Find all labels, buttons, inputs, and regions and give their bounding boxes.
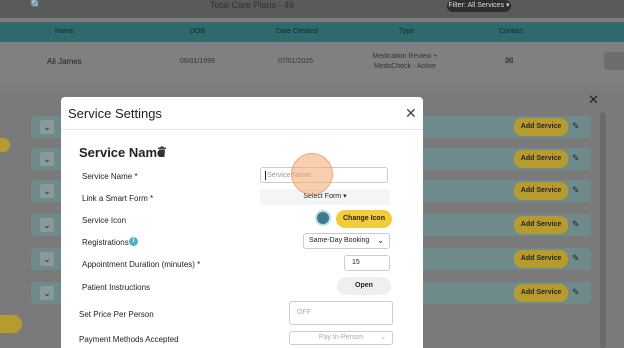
instructions-label: Patient Instructions [82, 283, 151, 292]
search-icon[interactable]: 🔍 [30, 0, 46, 12]
row-date-created: 07/01/2025 [278, 58, 314, 65]
background-close-icon[interactable]: ✕ [588, 92, 599, 108]
duration-input[interactable]: 15 [344, 255, 390, 271]
price-label: Set Price Per Person [79, 310, 154, 319]
row-type-line1: Medication Review + [372, 53, 438, 60]
filter-label: Filter: All Services [448, 2, 505, 9]
open-instructions-button[interactable]: Open [337, 277, 391, 295]
pencil-icon[interactable]: ✎ [572, 185, 580, 196]
payment-methods-select[interactable]: Pay In-Person ⌄ [289, 331, 393, 345]
add-service-button[interactable]: Add Service [514, 250, 568, 268]
service-settings-modal: Service Settings ✕ Service Name Service … [61, 97, 423, 348]
row-type-line2: MedsCheck - Active [374, 63, 436, 70]
smart-form-select[interactable]: Select Form ▾ [260, 189, 390, 205]
chevron-down-icon[interactable]: ⌄ [40, 152, 54, 166]
message-icon[interactable]: ✉ [505, 56, 513, 67]
row-action-button[interactable] [604, 52, 624, 70]
service-name-label: Service Name * [82, 172, 138, 181]
pencil-icon[interactable]: ✎ [572, 253, 580, 264]
add-service-button[interactable]: Add Service [514, 182, 568, 200]
price-input[interactable]: OFF [289, 301, 393, 325]
add-service-button[interactable]: Add Service [514, 150, 568, 168]
row-type: Medication Review + MedsCheck - Active [360, 52, 450, 72]
close-icon[interactable]: ✕ [405, 105, 417, 122]
chevron-down-icon[interactable]: ⌄ [40, 286, 54, 300]
modal-divider [61, 129, 423, 130]
add-service-button[interactable]: Add Service [514, 118, 568, 136]
column-header-dob: DOB [190, 28, 206, 35]
column-header-type: Type [399, 28, 415, 35]
chevron-down-icon: ⌄ [377, 236, 384, 245]
trash-icon[interactable] [156, 146, 168, 158]
pencil-icon[interactable]: ✎ [572, 287, 580, 298]
column-header-contact: Contact [499, 28, 524, 35]
info-icon[interactable]: i [129, 237, 138, 246]
column-header-date-created: Date Created [276, 28, 318, 35]
service-icon-preview [315, 210, 331, 226]
row-dob: 06/01/1999 [180, 58, 216, 65]
change-icon-button[interactable]: Change Icon [336, 210, 392, 228]
add-service-button[interactable]: Add Service [514, 216, 568, 234]
filter-button[interactable]: Filter: All Services ▾ [447, 0, 511, 12]
cursor-highlight [291, 153, 333, 195]
service-name-heading: Service Name [79, 145, 165, 160]
payment-methods-label: Payment Methods Accepted [79, 335, 179, 344]
pencil-icon[interactable]: ✎ [572, 219, 580, 230]
chevron-down-icon[interactable]: ⌄ [40, 184, 54, 198]
chevron-down-icon: ⌄ [380, 334, 386, 341]
chevron-down-icon[interactable]: ⌄ [40, 252, 54, 266]
left-chip-bottom[interactable] [0, 315, 22, 333]
top-bar [0, 0, 624, 18]
registrations-label: Registrations [82, 238, 129, 247]
add-service-button[interactable]: Add Service [514, 284, 568, 302]
chevron-down-icon[interactable]: ⌄ [40, 120, 54, 134]
pencil-icon[interactable]: ✎ [572, 153, 580, 164]
pencil-icon[interactable]: ✎ [572, 121, 580, 132]
scrollbar[interactable] [600, 112, 606, 348]
duration-label: Appointment Duration (minutes) * [82, 260, 201, 269]
row-name: Ali James [47, 57, 82, 66]
registrations-value: Same-Day Booking [309, 237, 370, 244]
service-icon-label: Service Icon [82, 216, 127, 225]
chevron-down-icon[interactable]: ⌄ [40, 218, 54, 232]
modal-title: Service Settings [68, 106, 162, 121]
registrations-select[interactable]: Same-Day Booking ⌄ [303, 233, 390, 249]
payment-methods-value: Pay In-Person [318, 334, 364, 341]
total-care-plans-text: Total Care Plans - 46 [210, 0, 295, 10]
smart-form-label: Link a Smart Form * [82, 194, 154, 203]
column-header-name: Name [55, 28, 74, 35]
